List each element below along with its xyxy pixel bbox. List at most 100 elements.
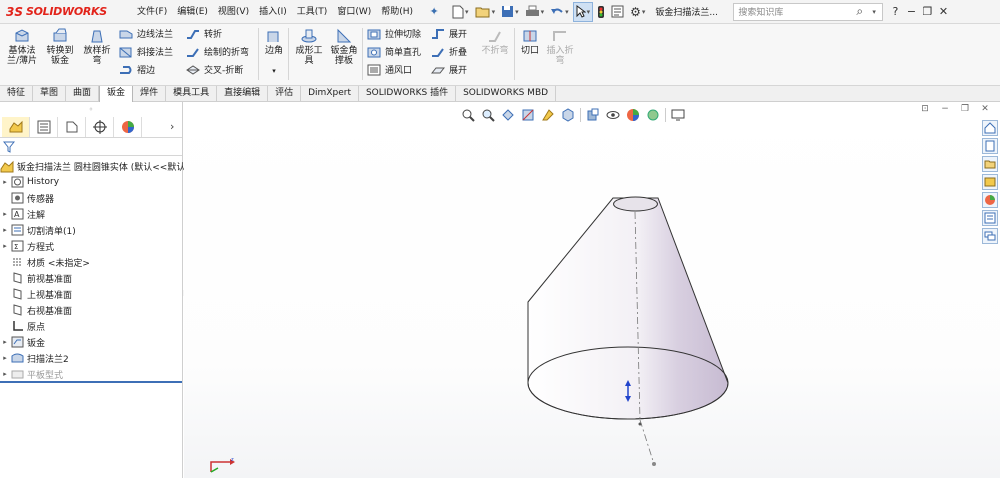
- search-knowledge-base[interactable]: 搜索知识库 ⌕ ▾: [733, 2, 884, 21]
- search-dropdown-icon[interactable]: ▾: [872, 8, 882, 16]
- menu-tools[interactable]: 工具(T): [292, 0, 333, 24]
- axis-end-point[interactable]: [652, 462, 656, 466]
- no-bends-button[interactable]: 不折弯: [478, 26, 512, 56]
- tab-solidworks-mbd[interactable]: SOLIDWORKS MBD: [456, 86, 557, 102]
- chevron-right-icon[interactable]: ›: [170, 120, 182, 133]
- tree-item-annotations[interactable]: ▸ A 注解: [0, 206, 182, 222]
- expand-icon[interactable]: ▸: [0, 178, 10, 186]
- hem-button[interactable]: 褶边: [118, 62, 173, 77]
- select-button[interactable]: ▾: [572, 1, 594, 22]
- menu-window[interactable]: 窗口(W): [332, 0, 376, 24]
- expand-icon[interactable]: ▸: [0, 370, 10, 378]
- corners-dropdown-icon[interactable]: ▾: [272, 66, 276, 76]
- minimize-button[interactable]: −: [903, 5, 919, 18]
- expand-icon[interactable]: ▸: [0, 226, 10, 234]
- vent-button[interactable]: 通风口: [366, 62, 421, 77]
- tab-surfaces[interactable]: 曲面: [66, 86, 100, 102]
- menu-view[interactable]: 视图(V): [213, 0, 254, 24]
- display-manager-tab[interactable]: [114, 116, 142, 137]
- axis-point[interactable]: [638, 422, 642, 426]
- forming-tool-button[interactable]: 成形工 具: [292, 26, 326, 66]
- tree-item-origin[interactable]: 原点: [0, 318, 182, 334]
- expand-icon[interactable]: ▸: [0, 210, 10, 218]
- new-file-button[interactable]: ▾: [450, 2, 471, 22]
- expand-icon[interactable]: ▸: [0, 338, 10, 346]
- tree-item-equations[interactable]: ▸ Σ 方程式: [0, 238, 182, 254]
- insert-bends-button[interactable]: 插入折 弯: [544, 26, 576, 66]
- dimxpert-manager-tab[interactable]: [86, 116, 114, 137]
- tab-weldments[interactable]: 焊件: [133, 86, 167, 102]
- tree-filter[interactable]: [0, 138, 182, 156]
- undo-button[interactable]: ▾: [548, 2, 571, 22]
- open-file-button[interactable]: ▾: [473, 2, 498, 22]
- tree-item-right-plane[interactable]: 右视基准面: [0, 302, 182, 318]
- tree-item-sensors[interactable]: 传感器: [0, 190, 182, 206]
- save-button[interactable]: ▾: [499, 2, 521, 22]
- unfold-button[interactable]: 展开: [430, 26, 467, 41]
- base-flange-button[interactable]: 基体法 兰/薄片: [4, 26, 40, 66]
- tab-dimxpert[interactable]: DimXpert: [301, 86, 359, 102]
- menu-file[interactable]: 文件(F): [132, 0, 172, 24]
- lofted-bend-button[interactable]: 放样折 弯: [80, 26, 114, 66]
- print-button[interactable]: ▾: [523, 2, 547, 22]
- graphics-area[interactable]: ⊡ − ❐ ✕ z: [184, 102, 1000, 478]
- tab-features[interactable]: 特征: [0, 86, 34, 102]
- swept-flange-icon: [10, 352, 24, 365]
- rip-button[interactable]: 切口: [518, 26, 542, 56]
- expand-icon[interactable]: ▸: [0, 354, 10, 362]
- menu-insert[interactable]: 插入(I): [254, 0, 292, 24]
- separator: [514, 28, 515, 80]
- search-icon[interactable]: ⌕: [856, 4, 872, 19]
- corners-button[interactable]: 边角 ▾: [262, 26, 286, 76]
- tree-item-swept-flange[interactable]: ▸ 扫描法兰2: [0, 350, 182, 366]
- simple-hole-button[interactable]: 简单直孔: [366, 44, 421, 59]
- cross-break-button[interactable]: 交叉-折断: [185, 62, 249, 77]
- crosshair-icon: [92, 119, 107, 134]
- search-input[interactable]: 搜索知识库: [738, 5, 856, 18]
- sketched-bend-button[interactable]: 绘制的折弯: [185, 44, 249, 59]
- jog-button[interactable]: 转折: [185, 26, 249, 41]
- tab-direct-editing[interactable]: 直接编辑: [217, 86, 269, 102]
- edge-flange-label: 边线法兰: [137, 30, 174, 40]
- tree-item-sheet-metal[interactable]: ▸ 钣金: [0, 334, 182, 350]
- expand-icon[interactable]: ▸: [0, 242, 10, 250]
- options-button[interactable]: ⚙ ▾: [628, 2, 647, 22]
- restore-button[interactable]: ❐: [919, 5, 935, 18]
- edge-flange-button[interactable]: 边线法兰: [118, 26, 173, 41]
- tab-solidworks-addins[interactable]: SOLIDWORKS 插件: [359, 86, 457, 102]
- tree-item-material[interactable]: 材质 <未指定>: [0, 254, 182, 270]
- miter-flange-button[interactable]: 斜接法兰: [118, 44, 173, 59]
- traffic-light-button[interactable]: [595, 2, 607, 22]
- close-button[interactable]: ✕: [935, 5, 951, 18]
- file-properties-button[interactable]: [609, 2, 626, 22]
- menu-help[interactable]: 帮助(H): [376, 0, 418, 24]
- tab-sketch[interactable]: 草图: [33, 86, 67, 102]
- tree-item-flat-pattern[interactable]: ▸ 平板型式: [0, 366, 182, 382]
- tab-mold-tools[interactable]: 模具工具: [166, 86, 218, 102]
- help-button[interactable]: ?: [887, 5, 903, 18]
- base-flange-icon: [12, 26, 32, 46]
- flatten-button[interactable]: 展开: [430, 62, 467, 77]
- solidworks-logo[interactable]: 3S SOLIDWORKS: [0, 0, 118, 24]
- extruded-cut-button[interactable]: 拉伸切除: [366, 26, 421, 41]
- menu-edit[interactable]: 编辑(E): [172, 0, 213, 24]
- cone-model[interactable]: [184, 102, 1000, 478]
- tree-item-cut-list[interactable]: ▸ 切割清单(1): [0, 222, 182, 238]
- property-manager-tab[interactable]: [30, 116, 58, 137]
- configuration-manager-tab[interactable]: [58, 116, 86, 137]
- sheet-metal-gusset-button[interactable]: 钣金角 撑板: [328, 26, 360, 66]
- tree-item-history[interactable]: ▸ History: [0, 174, 182, 190]
- unfold-column: 展开 折叠 展开: [430, 26, 467, 77]
- panel-grip[interactable]: ◦: [0, 102, 182, 116]
- tree-item-front-plane[interactable]: 前视基准面: [0, 270, 182, 286]
- tree-root[interactable]: 钣金扫描法兰 圆柱圆锥实体 (默认<<默认: [0, 158, 185, 174]
- feature-manager-tab[interactable]: [2, 116, 30, 137]
- pin-menu-icon[interactable]: ✦: [424, 5, 444, 18]
- tree-item-top-plane[interactable]: 上视基准面: [0, 286, 182, 302]
- tab-evaluate[interactable]: 评估: [268, 86, 302, 102]
- rollback-bar[interactable]: [0, 381, 182, 383]
- fold-button[interactable]: 折叠: [430, 44, 467, 59]
- convert-to-sheet-metal-button[interactable]: 转换到 钣金: [42, 26, 78, 66]
- sheet-metal-icon: [10, 336, 24, 349]
- tab-sheet-metal[interactable]: 钣金: [99, 86, 134, 102]
